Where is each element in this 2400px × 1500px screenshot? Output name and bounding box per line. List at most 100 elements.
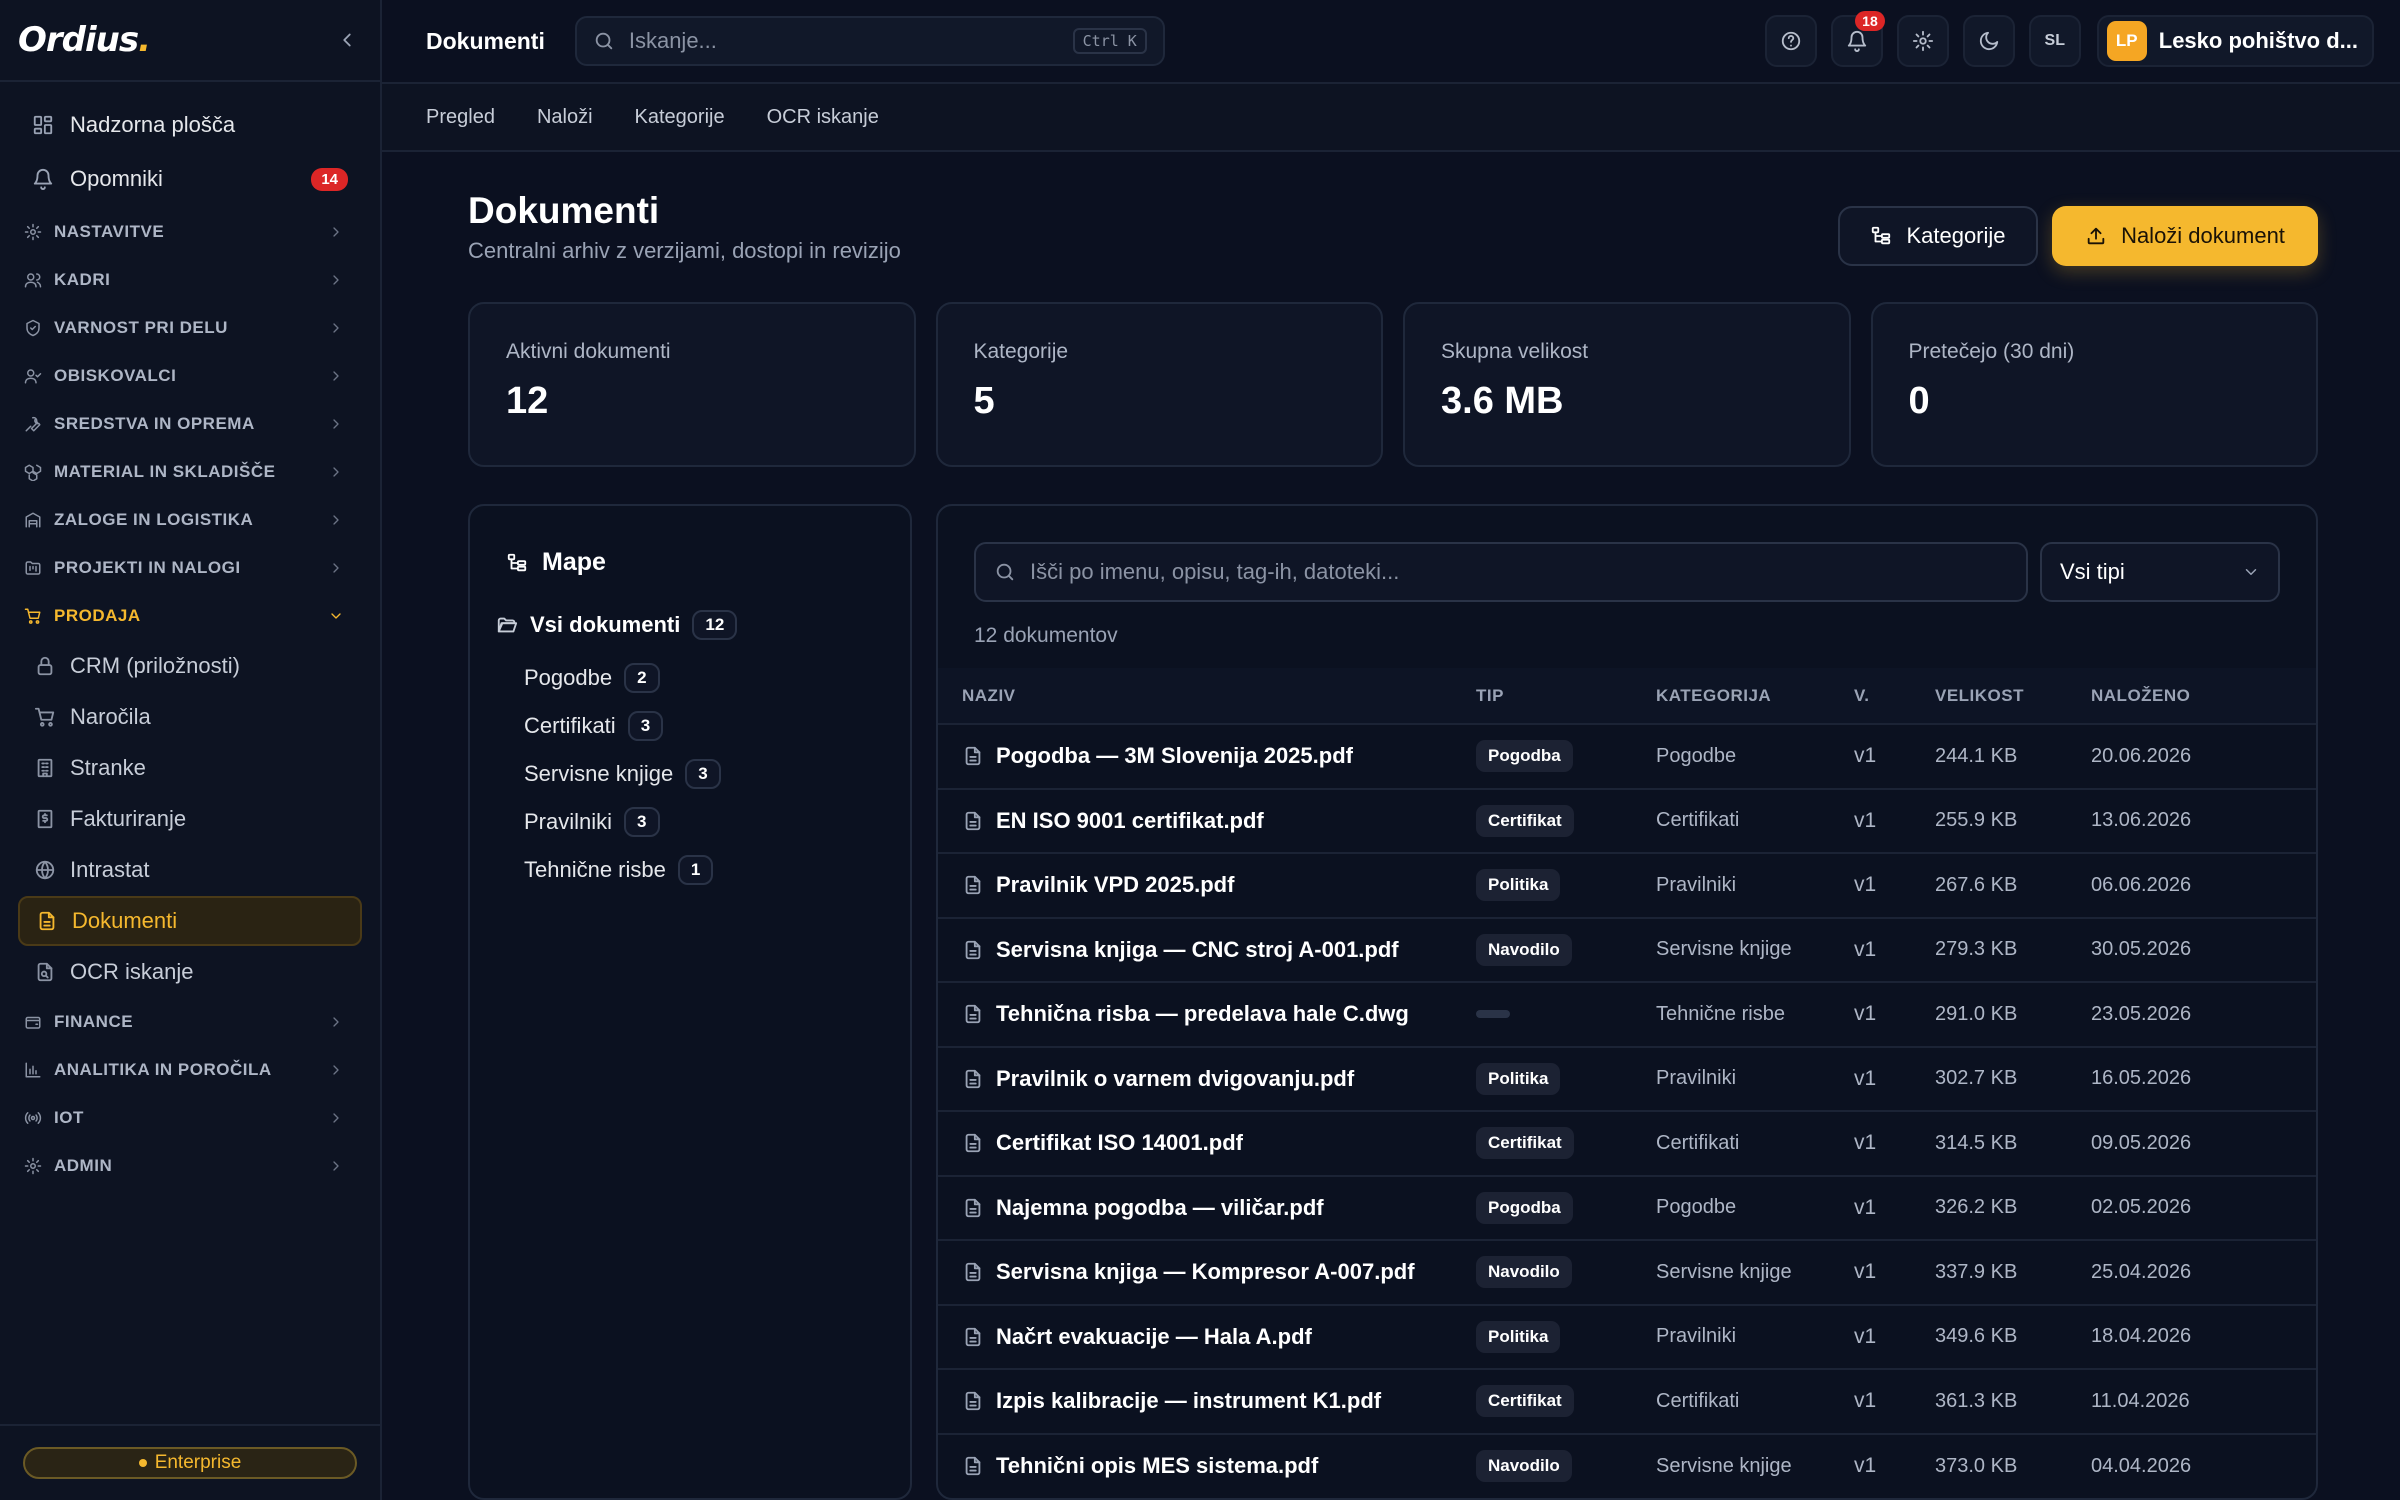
folder-item-contracts[interactable]: Pogodbe 2 bbox=[524, 654, 721, 702]
document-name[interactable]: Certifikat ISO 14001.pdf bbox=[996, 1130, 1243, 1156]
language-button[interactable]: SL bbox=[2028, 15, 2081, 67]
cart-icon bbox=[34, 707, 55, 727]
document-name[interactable]: Pravilnik o varnem dvigovanju.pdf bbox=[996, 1066, 1354, 1092]
table-row[interactable]: Načrt evakuacije — Hala A.pdf Politika Pra… bbox=[938, 1304, 2316, 1370]
global-search-input[interactable]: Iskanje... Ctrl K bbox=[574, 16, 1165, 66]
collapse-sidebar-icon[interactable] bbox=[336, 29, 358, 51]
document-name[interactable]: Načrt evakuacije — Hala A.pdf bbox=[996, 1324, 1312, 1350]
document-name[interactable]: Tehnični opis MES sistema.pdf bbox=[996, 1453, 1318, 1479]
document-name[interactable]: Tehnična risba — predelava hale C.dwg bbox=[996, 1001, 1409, 1027]
sidebar-group-finance[interactable]: FINANCE bbox=[0, 998, 380, 1046]
cell-name[interactable]: Servisna knjiga — CNC stroj A-001.pdf bbox=[938, 918, 1476, 983]
sidebar-item-documents[interactable]: Dokumenti bbox=[18, 896, 362, 946]
folders-title-label: Mape bbox=[542, 548, 606, 576]
sidebar-item-invoicing[interactable]: Fakturiranje bbox=[18, 794, 362, 844]
table-row[interactable]: Tehnična risba — predelava hale C.dwg Teh… bbox=[938, 982, 2316, 1047]
cell-name[interactable]: Načrt evakuacije — Hala A.pdf bbox=[938, 1305, 1476, 1370]
theme-toggle-button[interactable] bbox=[1962, 15, 2015, 67]
folder-item-regulations[interactable]: Pravilniki 3 bbox=[524, 798, 721, 846]
table-row[interactable]: Pravilnik VPD 2025.pdf Politika Pravilniki… bbox=[938, 853, 2316, 918]
page-title: Dokumenti bbox=[468, 190, 660, 231]
sidebar-group-hr[interactable]: KADRI bbox=[0, 256, 380, 304]
settings-button[interactable] bbox=[1896, 15, 1949, 67]
document-name[interactable]: Servisna knjiga — CNC stroj A-001.pdf bbox=[996, 937, 1399, 963]
cell-name[interactable]: Servisna knjiga — Kompresor A-007.pdf bbox=[938, 1240, 1476, 1305]
table-row[interactable]: Servisna knjiga — Kompresor A-007.pdf Nav… bbox=[938, 1240, 2316, 1305]
sidebar-group-material[interactable]: MATERIAL IN SKLADIŠČE bbox=[0, 448, 380, 496]
sidebar-group-assets[interactable]: SREDSTVA IN OPREMA bbox=[0, 400, 380, 448]
sidebar-group-sales[interactable]: PRODAJA bbox=[0, 592, 380, 640]
folder-item-certificates[interactable]: Certifikati 3 bbox=[524, 702, 721, 750]
cell-name[interactable]: Najemna pogodba — viličar.pdf bbox=[938, 1176, 1476, 1241]
stat-card-total-size: Skupna velikost 3.6 MB bbox=[1403, 302, 1851, 467]
sidebar-item-dashboard[interactable]: Nadzorna plošča bbox=[18, 100, 362, 150]
sidebar-group-visitors[interactable]: OBISKOVALCI bbox=[0, 352, 380, 400]
column-header-name[interactable]: NAZIV bbox=[938, 668, 1476, 724]
sidebar-item-crm[interactable]: CRM (priložnosti) bbox=[18, 641, 362, 691]
invoice-icon bbox=[37, 809, 53, 829]
stat-label: Aktivni dokumenti bbox=[506, 340, 671, 363]
document-name[interactable]: Servisna knjiga — Kompresor A-007.pdf bbox=[996, 1259, 1415, 1285]
folder-all-documents[interactable]: Vsi dokumenti 12 bbox=[494, 602, 896, 648]
table-row[interactable]: Servisna knjiga — CNC stroj A-001.pdf Nav… bbox=[938, 917, 2316, 983]
cell-name[interactable]: Pravilnik o varnem dvigovanju.pdf bbox=[938, 1047, 1476, 1112]
table-row[interactable]: Pogodba — 3M Slovenija 2025.pdf Pogodba Po… bbox=[938, 724, 2316, 789]
tab-categories[interactable]: Kategorije bbox=[635, 106, 725, 129]
sidebar-group-projects[interactable]: PROJEKTI IN NALOGI bbox=[0, 544, 380, 592]
sidebar-group-settings[interactable]: NASTAVITVE bbox=[0, 208, 380, 256]
tab-upload[interactable]: Naloži bbox=[537, 106, 593, 129]
type-filter-select[interactable]: Vsi tipi bbox=[2040, 542, 2280, 602]
sidebar-item-ocr[interactable]: OCR iskanje bbox=[18, 947, 362, 997]
documents-search-input[interactable]: Išči po imenu, opisu, tag-ih, datoteki..… bbox=[974, 542, 2028, 602]
document-name[interactable]: Pogodba — 3M Slovenija 2025.pdf bbox=[996, 743, 1353, 769]
folder-count: 3 bbox=[624, 807, 660, 837]
cell-name[interactable]: Certifikat ISO 14001.pdf bbox=[938, 1111, 1476, 1176]
tab-ocr-search[interactable]: OCR iskanje bbox=[767, 106, 879, 129]
table-row[interactable]: Najemna pogodba — viličar.pdf Pogodba Pogo… bbox=[938, 1175, 2316, 1241]
app-logo[interactable]: Ordius. bbox=[18, 20, 151, 60]
column-header-type[interactable]: TIP bbox=[1476, 668, 1656, 724]
help-button[interactable] bbox=[1764, 15, 1817, 67]
notifications-button[interactable]: 18 bbox=[1830, 11, 1885, 67]
help-icon bbox=[1781, 31, 1800, 51]
sidebar-item-customers[interactable]: Stranke bbox=[18, 743, 362, 793]
document-name[interactable]: Pravilnik VPD 2025.pdf bbox=[996, 872, 1234, 898]
cell-size: 291.0 KB bbox=[1935, 1002, 2018, 1025]
cell-name[interactable]: Pravilnik VPD 2025.pdf bbox=[938, 853, 1476, 918]
cell-size: 349.6 KB bbox=[1935, 1325, 2018, 1348]
cell-name[interactable]: Tehnična risba — predelava hale C.dwg bbox=[938, 982, 1476, 1047]
upload-document-button[interactable]: Naloži dokument bbox=[2052, 206, 2318, 266]
sidebar-group-admin[interactable]: ADMIN bbox=[0, 1142, 380, 1190]
sidebar-group-safety[interactable]: VARNOST PRI DELU bbox=[0, 304, 380, 352]
cell-name[interactable]: Izpis kalibracije — instrument K1.pdf bbox=[938, 1369, 1476, 1434]
sidebar-group-analytics[interactable]: ANALITIKA IN POROČILA bbox=[0, 1046, 380, 1094]
table-row[interactable]: Certifikat ISO 14001.pdf Certifikat Certif… bbox=[938, 1111, 2316, 1176]
cell-name[interactable]: EN ISO 9001 certifikat.pdf bbox=[938, 789, 1476, 854]
column-header-category[interactable]: KATEGORIJA bbox=[1656, 668, 1854, 724]
document-name[interactable]: EN ISO 9001 certifikat.pdf bbox=[996, 808, 1264, 834]
table-row[interactable]: Pravilnik o varnem dvigovanju.pdf Politik… bbox=[938, 1046, 2316, 1112]
folder-item-service-books[interactable]: Servisne knjige 3 bbox=[524, 750, 721, 798]
sidebar-item-orders[interactable]: Naročila bbox=[18, 692, 362, 742]
sidebar-group-iot[interactable]: IOT bbox=[0, 1094, 380, 1142]
cell-version: v1 bbox=[1854, 1195, 1877, 1219]
wrench-icon bbox=[25, 416, 41, 432]
sidebar-group-logistics[interactable]: ZALOGE IN LOGISTIKA bbox=[0, 496, 380, 544]
categories-button[interactable]: Kategorije bbox=[1838, 206, 2038, 266]
column-header-size[interactable]: VELIKOST bbox=[1935, 668, 2091, 724]
column-header-version[interactable]: V. bbox=[1854, 668, 1935, 724]
document-name[interactable]: Izpis kalibracije — instrument K1.pdf bbox=[996, 1388, 1381, 1414]
table-row[interactable]: Izpis kalibracije — instrument K1.pdf Cer… bbox=[938, 1369, 2316, 1434]
organization-switcher[interactable]: LP Lesko pohištvo d... bbox=[2096, 15, 2374, 67]
cell-name[interactable]: Pogodba — 3M Slovenija 2025.pdf bbox=[938, 724, 1476, 789]
document-name[interactable]: Najemna pogodba — viličar.pdf bbox=[996, 1195, 1324, 1221]
sidebar-item-intrastat[interactable]: Intrastat bbox=[18, 845, 362, 895]
column-header-uploaded[interactable]: NALOŽENO bbox=[2091, 668, 2316, 724]
tab-overview[interactable]: Pregled bbox=[426, 106, 495, 129]
cell-name[interactable]: Tehnični opis MES sistema.pdf bbox=[938, 1434, 1476, 1499]
table-row[interactable]: Tehnični opis MES sistema.pdf Navodilo Ser… bbox=[938, 1433, 2316, 1499]
sidebar-item-reminders[interactable]: Opomniki 14 bbox=[18, 154, 362, 204]
table-row[interactable]: EN ISO 9001 certifikat.pdf Certifikat Cert… bbox=[938, 788, 2316, 854]
folder-item-technical-drawings[interactable]: Tehnične risbe 1 bbox=[524, 846, 721, 894]
sidebar-nav: Nadzorna plošča Opomniki 14 NASTAVITVE K… bbox=[0, 82, 380, 1190]
